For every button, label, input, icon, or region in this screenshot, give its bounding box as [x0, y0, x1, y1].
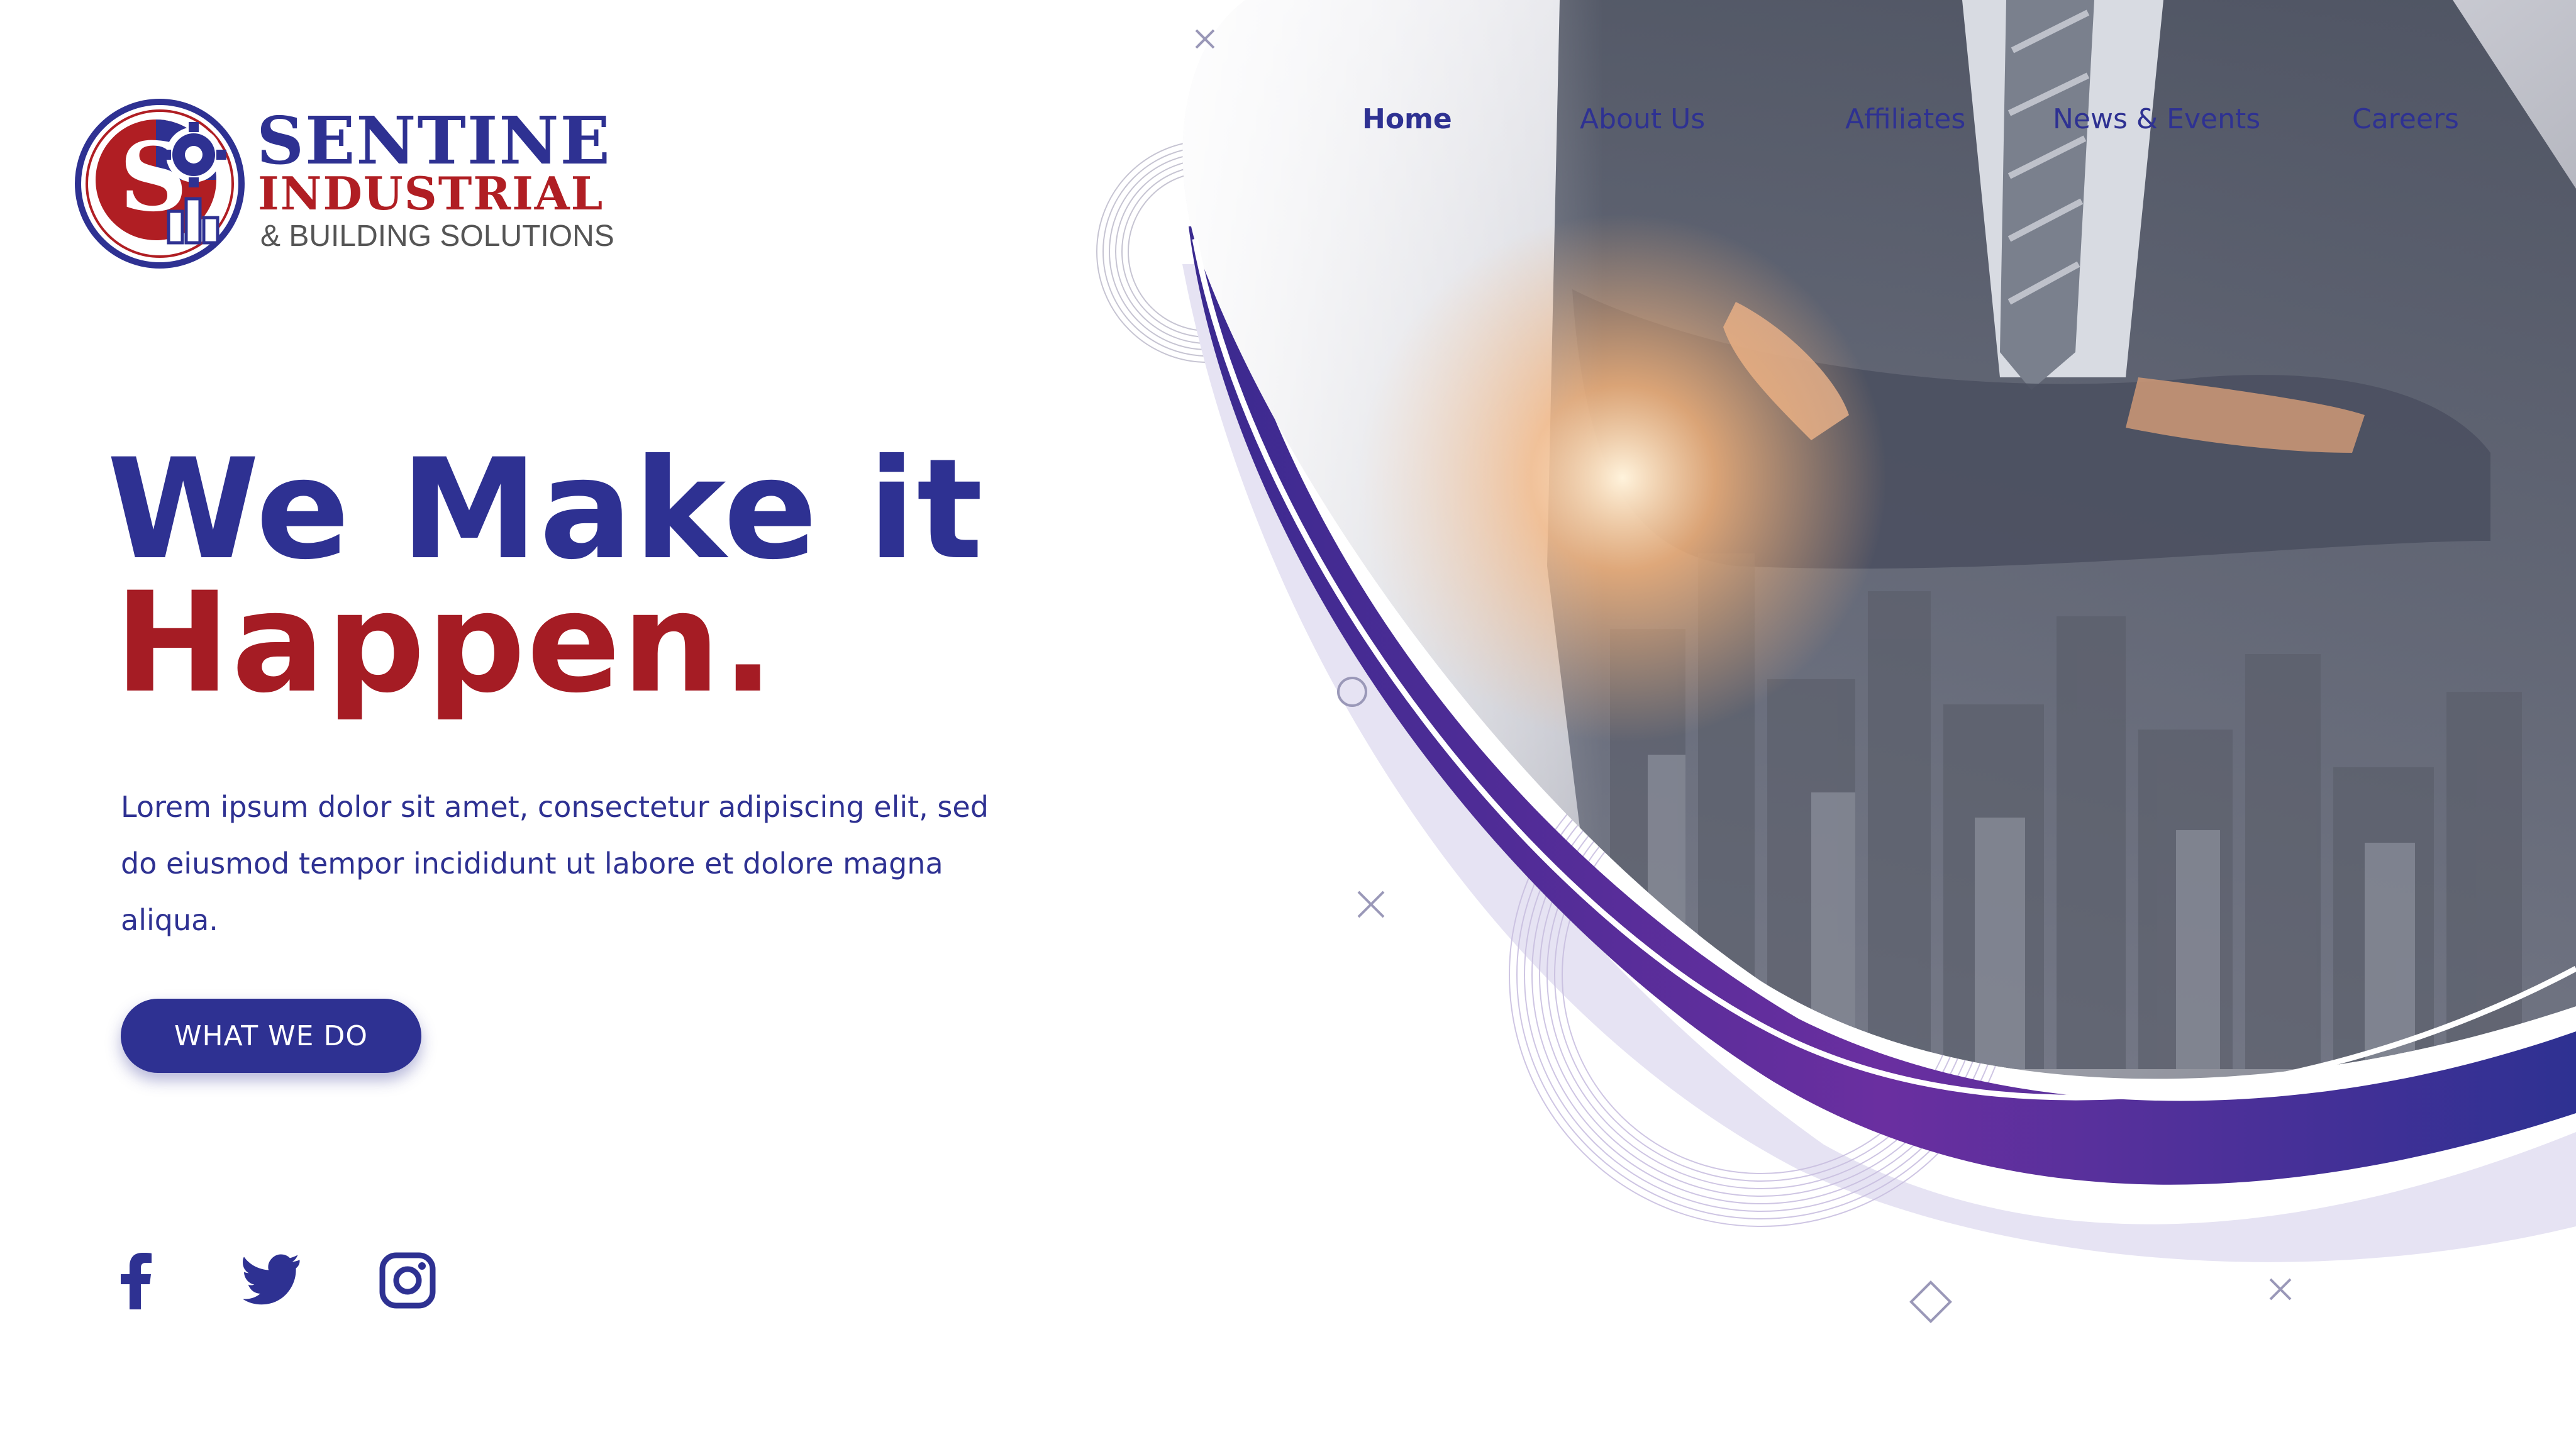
hero-description: Lorem ipsum dolor sit amet, consectetur …	[121, 790, 989, 937]
main-nav: Home About Us Affiliates News & Events C…	[0, 101, 2576, 138]
nav-careers[interactable]: Careers	[2352, 101, 2459, 138]
twitter-icon[interactable]	[242, 1250, 302, 1311]
nav-home[interactable]: Home	[1362, 101, 1452, 138]
what-we-do-button[interactable]: WHAT WE DO	[121, 999, 421, 1073]
brand-tagline: & BUILDING SOLUTIONS	[260, 219, 614, 253]
brand-name-line2: INDUSTRIAL	[258, 167, 604, 220]
nav-about-us[interactable]: About Us	[1580, 101, 1705, 138]
instagram-icon[interactable]	[377, 1250, 438, 1311]
nav-affiliates[interactable]: Affiliates	[1845, 101, 1965, 138]
facebook-icon[interactable]	[106, 1250, 166, 1311]
hero-title-line1: We Make it	[107, 429, 984, 590]
hero-title-line2: Happen.	[114, 562, 775, 723]
landing-page: S SENTINE INDUSTRIAL & BUILDING SOLUTION…	[0, 0, 2576, 1449]
nav-news-events[interactable]: News & Events	[2053, 101, 2260, 138]
